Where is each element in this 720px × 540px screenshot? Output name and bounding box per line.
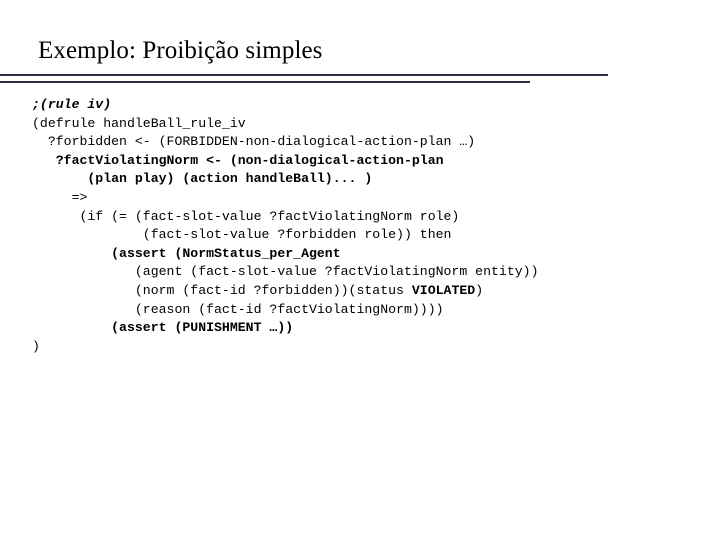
code-line: (if (= (fact-slot-value ?factViolatingNo…: [32, 208, 692, 227]
code-line: =>: [32, 189, 692, 208]
code-segment: ;(rule iv): [32, 97, 112, 112]
code-segment: ?forbidden <- (FORBIDDEN-non-dialogical-…: [32, 134, 476, 150]
code-line: (norm (fact-id ?forbidden))(status VIOLA…: [32, 282, 692, 301]
code-segment: (assert (NormStatus_per_Agent: [32, 245, 341, 261]
code-line: (fact-slot-value ?forbidden role)) then: [32, 226, 692, 245]
code-segment: ): [475, 282, 484, 298]
title-divider-top: [0, 74, 608, 76]
code-line: (assert (NormStatus_per_Agent: [32, 245, 692, 264]
code-segment: ?factViolatingNorm <- (non-dialogical-ac…: [32, 152, 444, 168]
page-title: Exemplo: Proibição simples: [38, 37, 323, 64]
code-block: ;(rule iv) (defrule handleBall_rule_iv ?f…: [32, 96, 692, 356]
code-segment: (defrule handleBall_rule_iv: [32, 115, 246, 131]
code-segment: (fact-slot-value ?forbidden role)) then: [32, 227, 452, 243]
code-line: ): [32, 338, 692, 357]
code-line: (reason (fact-id ?factViolatingNorm)))): [32, 301, 692, 320]
code-line: ?forbidden <- (FORBIDDEN-non-dialogical-…: [32, 133, 692, 152]
slide: Exemplo: Proibição simples ;(rule iv) (de…: [0, 0, 720, 540]
code-segment: ): [32, 338, 40, 354]
code-segment: (if (= (fact-slot-value ?factViolatingNo…: [32, 208, 460, 224]
code-segment: (norm (fact-id ?forbidden))(status: [32, 282, 412, 298]
code-line: (agent (fact-slot-value ?factViolatingNo…: [32, 263, 692, 282]
code-line: (plan play) (action handleBall)... ): [32, 170, 692, 189]
code-segment: =>: [32, 189, 88, 205]
code-line: (assert (PUNISHMENT …)): [32, 319, 692, 338]
code-line: ;(rule iv): [32, 96, 692, 115]
code-segment: (reason (fact-id ?factViolatingNorm)))): [32, 301, 444, 317]
code-line: ?factViolatingNorm <- (non-dialogical-ac…: [32, 152, 692, 171]
code-line: (defrule handleBall_rule_iv: [32, 115, 692, 134]
code-segment: VIOLATED: [411, 282, 476, 298]
code-segment: (agent (fact-slot-value ?factViolatingNo…: [32, 264, 539, 280]
code-segment: (plan play) (action handleBall)... ): [32, 171, 373, 187]
title-divider-bottom: [0, 81, 530, 83]
code-segment: (assert (PUNISHMENT …)): [32, 320, 294, 336]
